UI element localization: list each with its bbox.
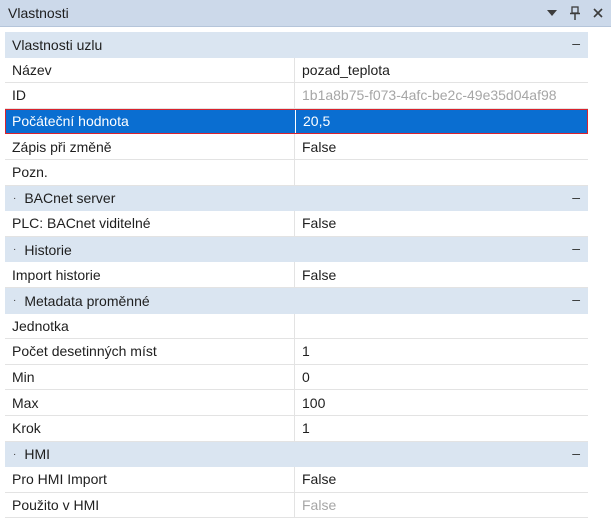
property-value[interactable]: False	[295, 211, 588, 237]
properties-panel: Vlastnosti Vlastnosti uzlu – Název pozad_te…	[0, 0, 611, 525]
property-name: Název	[5, 57, 295, 84]
property-row[interactable]: PLC: BACnet viditelné False	[5, 211, 588, 237]
property-row[interactable]: ID 1b1a8b75-f073-4afc-be2c-49e35d04af98	[5, 83, 588, 109]
property-row[interactable]: Použito v HMI False	[5, 492, 588, 519]
collapse-icon[interactable]: –	[572, 240, 580, 256]
property-value[interactable]: False	[295, 467, 588, 493]
category-row[interactable]: Vlastnosti uzlu –	[5, 32, 588, 58]
property-value[interactable]: 1	[295, 339, 588, 365]
pin-icon[interactable]	[568, 5, 582, 21]
property-value: False	[295, 493, 588, 519]
property-name: ID	[5, 83, 295, 109]
property-row[interactable]: Krok 1	[5, 415, 588, 442]
property-name: Max	[5, 390, 295, 416]
property-row[interactable]: Min 0	[5, 364, 588, 391]
collapse-icon[interactable]: –	[572, 291, 580, 307]
property-name: Jednotka	[5, 313, 295, 340]
property-name: Počet desetinných míst	[5, 339, 295, 365]
property-row[interactable]: Jednotka	[5, 313, 588, 340]
property-row[interactable]: Max 100	[5, 390, 588, 416]
property-name: Import historie	[5, 262, 295, 288]
panel-titlebar: Vlastnosti	[0, 0, 611, 27]
category-row[interactable]: · HMI –	[5, 441, 588, 468]
property-row[interactable]: Pro HMI Import False	[5, 467, 588, 493]
category-label: Historie	[24, 241, 72, 258]
property-name: Pozn.	[5, 159, 295, 186]
property-name: Min	[5, 364, 295, 391]
bullet-icon: ·	[13, 448, 17, 460]
property-row[interactable]: Zápis při změně False	[5, 134, 588, 160]
category-label: Vlastnosti uzlu	[12, 36, 103, 53]
bullet-icon: ·	[13, 192, 17, 204]
category-label: BACnet server	[24, 190, 116, 207]
property-row[interactable]: Pozn.	[5, 159, 588, 186]
property-row[interactable]: Počáteční hodnota 20,5	[5, 108, 588, 135]
property-value[interactable]: 1	[295, 416, 588, 442]
collapse-icon[interactable]: –	[572, 445, 580, 461]
property-value[interactable]	[295, 314, 588, 340]
property-value[interactable]: 20,5	[295, 108, 588, 135]
property-value[interactable]	[295, 160, 588, 186]
property-row[interactable]: Import historie False	[5, 262, 588, 288]
property-row[interactable]: Počet desetinných míst 1	[5, 339, 588, 365]
property-value: 1b1a8b75-f073-4afc-be2c-49e35d04af98	[295, 83, 588, 109]
property-name: Použito v HMI	[5, 492, 295, 519]
property-value[interactable]: False	[295, 134, 588, 160]
property-row[interactable]: Název pozad_teplota	[5, 57, 588, 84]
property-name: Počáteční hodnota	[5, 108, 295, 135]
close-icon[interactable]	[591, 5, 605, 21]
property-name: Krok	[5, 415, 295, 442]
collapse-icon[interactable]: –	[572, 35, 580, 51]
scrollbar[interactable]	[590, 27, 611, 525]
property-name: Zápis při změně	[5, 134, 295, 160]
bullet-icon: ·	[13, 244, 17, 256]
category-label: Metadata proměnné	[24, 292, 150, 309]
property-value[interactable]: False	[295, 262, 588, 288]
property-name: Pro HMI Import	[5, 467, 295, 493]
chevron-down-icon[interactable]	[545, 5, 559, 21]
titlebar-actions	[545, 5, 605, 21]
category-label: HMI	[24, 446, 51, 463]
collapse-icon[interactable]: –	[572, 189, 580, 205]
category-row[interactable]: · BACnet server –	[5, 185, 588, 212]
property-grid: Vlastnosti uzlu – Název pozad_teplota ID 1b1a…	[5, 32, 588, 519]
bullet-icon: ·	[13, 295, 17, 307]
category-row[interactable]: · Historie –	[5, 236, 588, 263]
property-name: PLC: BACnet viditelné	[5, 211, 295, 237]
property-value[interactable]: 100	[295, 390, 588, 416]
panel-title: Vlastnosti	[8, 5, 69, 21]
category-row[interactable]: · Metadata proměnné –	[5, 287, 588, 314]
property-value[interactable]: pozad_teplota	[295, 58, 588, 84]
property-value[interactable]: 0	[295, 365, 588, 391]
